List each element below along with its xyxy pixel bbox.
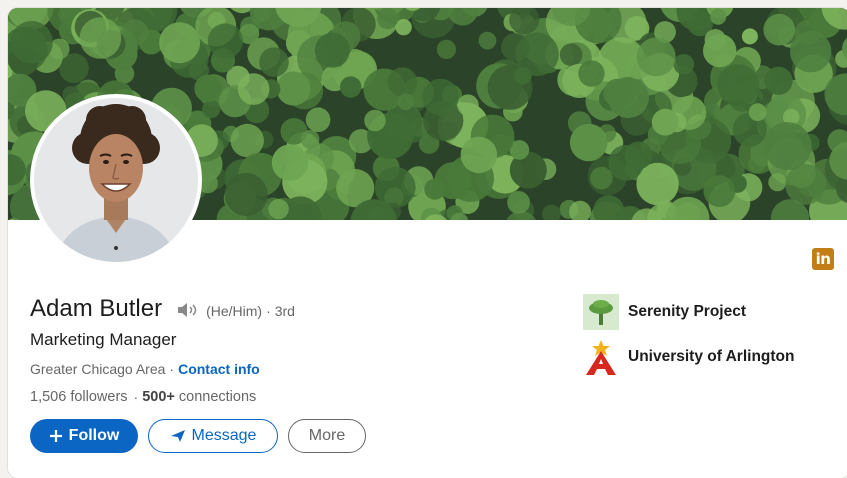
network-row: 1,506 followers · 500+ connections <box>30 389 256 405</box>
headline: Marketing Manager <box>30 330 176 350</box>
organizations: Serenity Project University of Arlington <box>583 294 795 384</box>
follow-label: Follow <box>69 427 120 445</box>
profile-card: in Adam Butler (He/Him) · 3rd Marketing … <box>8 8 847 478</box>
more-button[interactable]: More <box>288 419 366 453</box>
name-row: Adam Butler (He/Him) · 3rd <box>30 295 295 323</box>
pronouns: (He/Him) <box>206 303 262 319</box>
contact-info-link[interactable]: Contact info <box>178 361 260 377</box>
org-item-serenity-project[interactable]: Serenity Project <box>583 294 795 330</box>
separator-dot: · <box>266 303 271 319</box>
separator-dot: · <box>134 389 139 405</box>
more-label: More <box>309 427 345 445</box>
connections-label: connections <box>179 389 256 405</box>
linkedin-icon[interactable]: in <box>812 248 834 270</box>
location: Greater Chicago Area <box>30 361 165 377</box>
action-buttons: Follow Message More <box>30 419 366 453</box>
tree-logo <box>583 294 619 330</box>
profile-name: Adam Butler <box>30 295 162 323</box>
connections-count[interactable]: 500+ <box>142 389 175 405</box>
plus-icon <box>49 429 63 443</box>
speaker-icon[interactable] <box>176 302 202 318</box>
location-row: Greater Chicago Area · Contact info <box>30 361 260 377</box>
message-button[interactable]: Message <box>148 419 278 453</box>
org-name: University of Arlington <box>628 348 795 366</box>
separator-dot: · <box>169 361 174 377</box>
message-label: Message <box>192 427 257 445</box>
followers-count[interactable]: 1,506 followers <box>30 389 128 405</box>
org-name: Serenity Project <box>628 303 746 321</box>
letter-a-star-logo <box>583 339 619 375</box>
profile-photo <box>34 98 198 262</box>
avatar[interactable] <box>30 94 202 266</box>
org-item-university-of-arlington[interactable]: University of Arlington <box>583 339 795 375</box>
connection-degree: 3rd <box>275 303 295 319</box>
follow-button[interactable]: Follow <box>30 419 138 453</box>
send-icon <box>170 429 186 443</box>
